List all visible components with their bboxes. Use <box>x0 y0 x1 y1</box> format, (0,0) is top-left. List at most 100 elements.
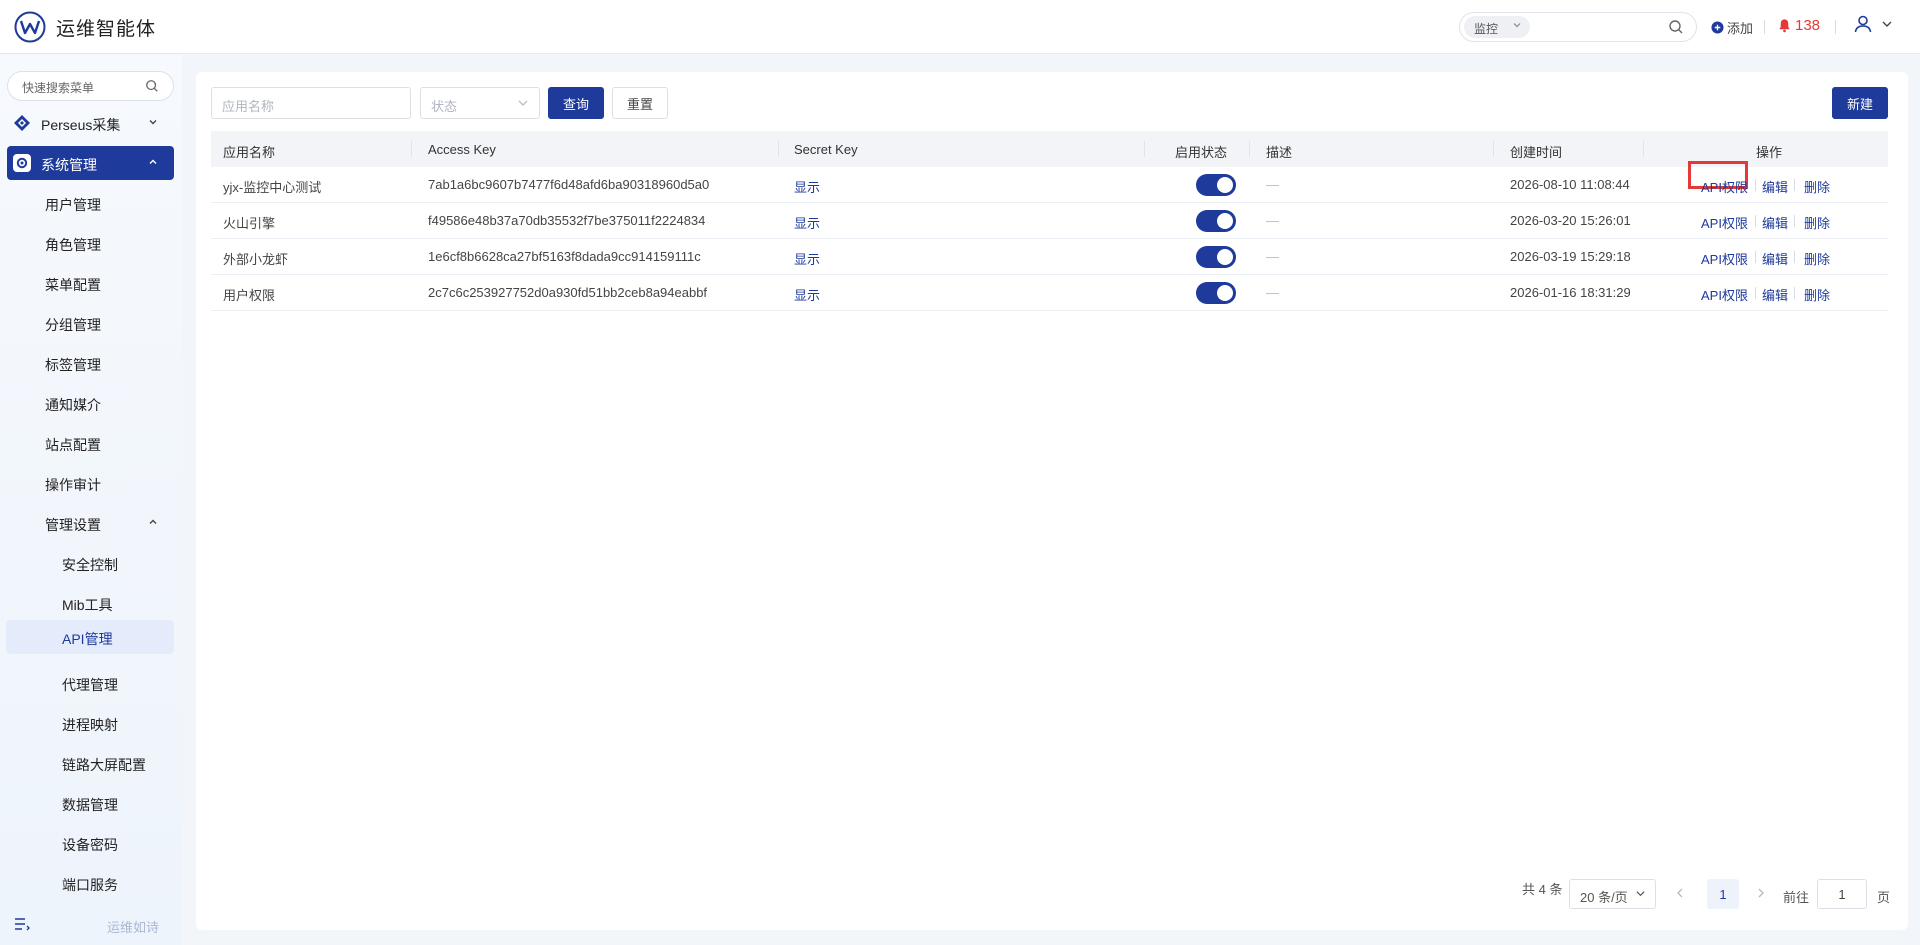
menu-item-label: 通知媒介 <box>45 397 101 413</box>
menu-device-password[interactable]: 设备密码 <box>6 826 174 860</box>
menu-process-mapping[interactable]: 进程映射 <box>6 706 174 740</box>
edit-link[interactable]: 编辑 <box>1762 285 1788 304</box>
menu-item-label: 代理管理 <box>62 677 118 693</box>
main-content: 应用名称 状态 查询 重置 新建 应用名称 Access Key Secret … <box>196 72 1908 930</box>
cell-app-name: 外部小龙虾 <box>223 252 289 267</box>
cell-app-name: 用户权限 <box>223 288 276 303</box>
add-button[interactable]: 添加 <box>1711 18 1753 37</box>
menu-group-management[interactable]: 分组管理 <box>6 306 174 340</box>
op-divider <box>1794 287 1795 299</box>
menu-proxy-management[interactable]: 代理管理 <box>6 666 174 700</box>
enabled-toggle[interactable] <box>1196 246 1236 268</box>
cell-description: — <box>1266 249 1279 264</box>
user-icon <box>1854 15 1872 33</box>
sidebar-footer: 运维如诗 <box>0 905 182 945</box>
chevron-down-icon <box>1882 21 1892 27</box>
menu-user-management[interactable]: 用户管理 <box>6 186 174 220</box>
app-name-placeholder: 应用名称 <box>222 99 275 114</box>
status-select[interactable]: 状态 <box>420 87 540 119</box>
alert-button[interactable]: 138 <box>1777 17 1820 34</box>
cell-access-key: 1e6cf8b6628ca27bf5163f8dada9cc914159111c <box>428 249 701 264</box>
col-enabled: 启用状态 <box>1175 145 1228 160</box>
menu-security-control[interactable]: 安全控制 <box>6 546 174 580</box>
show-secret-link[interactable]: 显示 <box>794 177 820 196</box>
diamond-icon <box>14 115 30 131</box>
menu-menu-config[interactable]: 菜单配置 <box>6 266 174 300</box>
app-name-input[interactable]: 应用名称 <box>211 87 411 119</box>
show-secret-link[interactable]: 显示 <box>794 285 820 304</box>
cell-description: — <box>1266 285 1279 300</box>
menu-item-label: 菜单配置 <box>45 277 101 293</box>
op-divider <box>1794 215 1795 227</box>
cell-access-key: 7ab1a6bc9607b7477f6d48afd6ba90318960d5a0 <box>428 177 710 192</box>
edit-link[interactable]: 编辑 <box>1762 249 1788 268</box>
sidebar-motto: 运维如诗 <box>107 920 160 935</box>
menu-site-config[interactable]: 站点配置 <box>6 426 174 460</box>
chevron-up-icon <box>149 159 157 164</box>
next-page-icon[interactable] <box>1756 887 1766 899</box>
goto-page-input[interactable]: 1 <box>1817 879 1867 909</box>
collapse-menu-icon[interactable] <box>14 917 30 931</box>
cell-access-key: f49586e48b37a70db35532f7be375011f2224834 <box>428 213 706 228</box>
menu-item-label: 角色管理 <box>45 237 101 253</box>
op-divider <box>1755 287 1756 299</box>
cell-created-time: 2026-01-16 18:31:29 <box>1510 285 1631 300</box>
global-search[interactable]: 监控 <box>1459 12 1697 42</box>
app-logo-icon[interactable] <box>14 11 46 43</box>
user-menu[interactable] <box>1853 14 1893 34</box>
menu-system-management[interactable]: 系统管理 <box>7 146 174 180</box>
api-permission-link[interactable]: API权限 <box>1701 249 1748 268</box>
api-permission-link[interactable]: API权限 <box>1701 213 1748 232</box>
menu-api-management[interactable]: API管理 <box>6 620 174 654</box>
column-divider <box>411 141 412 157</box>
delete-link[interactable]: 删除 <box>1804 285 1830 304</box>
menu-perseus[interactable]: Perseus采集 <box>7 106 174 140</box>
search-scope-select[interactable]: 监控 <box>1464 16 1530 38</box>
enabled-toggle[interactable] <box>1196 174 1236 196</box>
reset-button[interactable]: 重置 <box>612 87 668 119</box>
menu-item-label: 进程映射 <box>62 717 118 733</box>
goto-label: 前往 <box>1783 890 1810 905</box>
show-secret-link[interactable]: 显示 <box>794 213 820 232</box>
menu-data-management[interactable]: 数据管理 <box>6 786 174 820</box>
page-size-select[interactable]: 20 条/页 <box>1569 879 1656 909</box>
query-button[interactable]: 查询 <box>548 87 604 119</box>
table-header: 应用名称 Access Key Secret Key 启用状态 描述 创建时间 … <box>211 131 1888 167</box>
enabled-toggle[interactable] <box>1196 282 1236 304</box>
enabled-toggle[interactable] <box>1196 210 1236 232</box>
menu-notification-media[interactable]: 通知媒介 <box>6 386 174 420</box>
delete-link[interactable]: 删除 <box>1804 213 1830 232</box>
menu-operation-audit[interactable]: 操作审计 <box>6 466 174 500</box>
toggle-knob <box>1217 249 1233 265</box>
menu-admin-settings[interactable]: 管理设置 <box>6 506 174 540</box>
toggle-knob <box>1217 177 1233 193</box>
api-permission-link[interactable]: API权限 <box>1701 177 1748 196</box>
menu-tag-management[interactable]: 标签管理 <box>6 346 174 380</box>
menu-item-label: API管理 <box>62 631 113 647</box>
menu-item-label: 分组管理 <box>45 317 101 333</box>
menu-item-label: 站点配置 <box>45 437 101 453</box>
menu-role-management[interactable]: 角色管理 <box>6 226 174 260</box>
api-permission-link[interactable]: API权限 <box>1701 285 1748 304</box>
menu-search-input[interactable]: 快速搜索菜单 <box>7 71 174 101</box>
column-divider <box>778 141 779 157</box>
search-icon[interactable] <box>1668 19 1684 35</box>
edit-link[interactable]: 编辑 <box>1762 177 1788 196</box>
chevron-down-icon <box>149 120 157 125</box>
new-button[interactable]: 新建 <box>1832 87 1888 119</box>
menu-item-label: Mib工具 <box>62 597 113 613</box>
delete-link[interactable]: 删除 <box>1804 249 1830 268</box>
menu-link-dashboard-config[interactable]: 链路大屏配置 <box>6 746 174 780</box>
delete-link[interactable]: 删除 <box>1804 177 1830 196</box>
search-icon[interactable] <box>145 79 159 93</box>
menu-search-placeholder: 快速搜索菜单 <box>22 81 95 95</box>
show-secret-link[interactable]: 显示 <box>794 249 820 268</box>
menu-port-service[interactable]: 端口服务 <box>6 866 174 900</box>
op-divider <box>1755 179 1756 191</box>
menu-mib-tool[interactable]: Mib工具 <box>6 586 174 620</box>
prev-page-icon[interactable] <box>1675 887 1685 899</box>
edit-link[interactable]: 编辑 <box>1762 213 1788 232</box>
op-divider <box>1755 251 1756 263</box>
page-number[interactable]: 1 <box>1707 879 1739 909</box>
col-created-time: 创建时间 <box>1510 145 1563 160</box>
